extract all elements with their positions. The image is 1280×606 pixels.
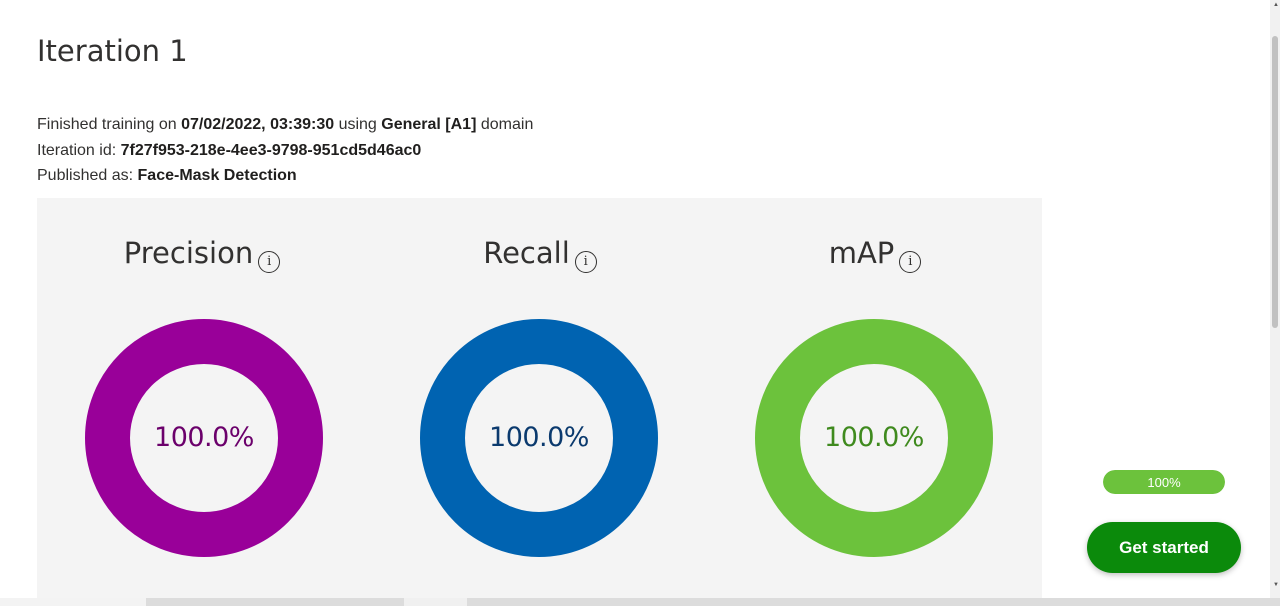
horizontal-scroll-track-left [0, 598, 146, 606]
scroll-down-arrow-icon[interactable]: ▼ [1273, 582, 1279, 588]
iteration-id: 7f27f953-218e-4ee3-9798-951cd5d46ac0 [120, 141, 422, 159]
published-name: Face-Mask Detection [137, 167, 297, 184]
map-info-icon[interactable]: i [899, 251, 922, 273]
training-finished-line: Finished training on 07/02/2022, 03:39:3… [37, 116, 534, 133]
precision-metric: Precision i 100.0% [37, 198, 367, 606]
map-metric: mAP i 100.0% [710, 198, 1040, 606]
vertical-scrollbar[interactable] [1270, 0, 1280, 598]
scroll-up-arrow-icon[interactable]: ▲ [1273, 2, 1279, 8]
precision-info-icon[interactable]: i [258, 251, 281, 273]
iteration-id-line: Iteration id: 7f27f953-218e-4ee3-9798-95… [37, 141, 422, 159]
domain-name: General [A1] [381, 116, 477, 133]
horizontal-scrollbar[interactable] [0, 598, 1280, 606]
precision-value: 100.0% [154, 422, 254, 453]
recall-metric: Recall i 100.0% [375, 198, 705, 606]
recall-donut: 100.0% [420, 319, 658, 557]
training-date: 07/02/2022, 03:39:30 [181, 116, 335, 133]
recall-info-icon[interactable]: i [574, 251, 597, 273]
iteration-info: Finished training on 07/02/2022, 03:39:3… [37, 112, 533, 189]
horizontal-scroll-thumb[interactable] [404, 598, 467, 606]
progress-bar: 100% [1103, 470, 1225, 494]
get-started-button[interactable]: Get started [1087, 522, 1241, 573]
vertical-scroll-thumb[interactable] [1272, 36, 1278, 328]
recall-label: Recall [483, 236, 570, 270]
map-donut: 100.0% [755, 319, 993, 557]
performance-panel: Precisioni 100.0% Recalli 100.0% mAPi [37, 198, 1042, 606]
precision-label: Precision [123, 236, 254, 270]
progress-label: 100% [1147, 475, 1181, 490]
map-label: mAP [828, 236, 895, 270]
map-value: 100.0% [824, 422, 924, 453]
recall-value: 100.0% [489, 422, 589, 453]
precision-donut: 100.0% [85, 319, 323, 557]
page-title: Iteration 1 [37, 34, 188, 68]
published-line: Published as: Face-Mask Detection [37, 167, 297, 184]
